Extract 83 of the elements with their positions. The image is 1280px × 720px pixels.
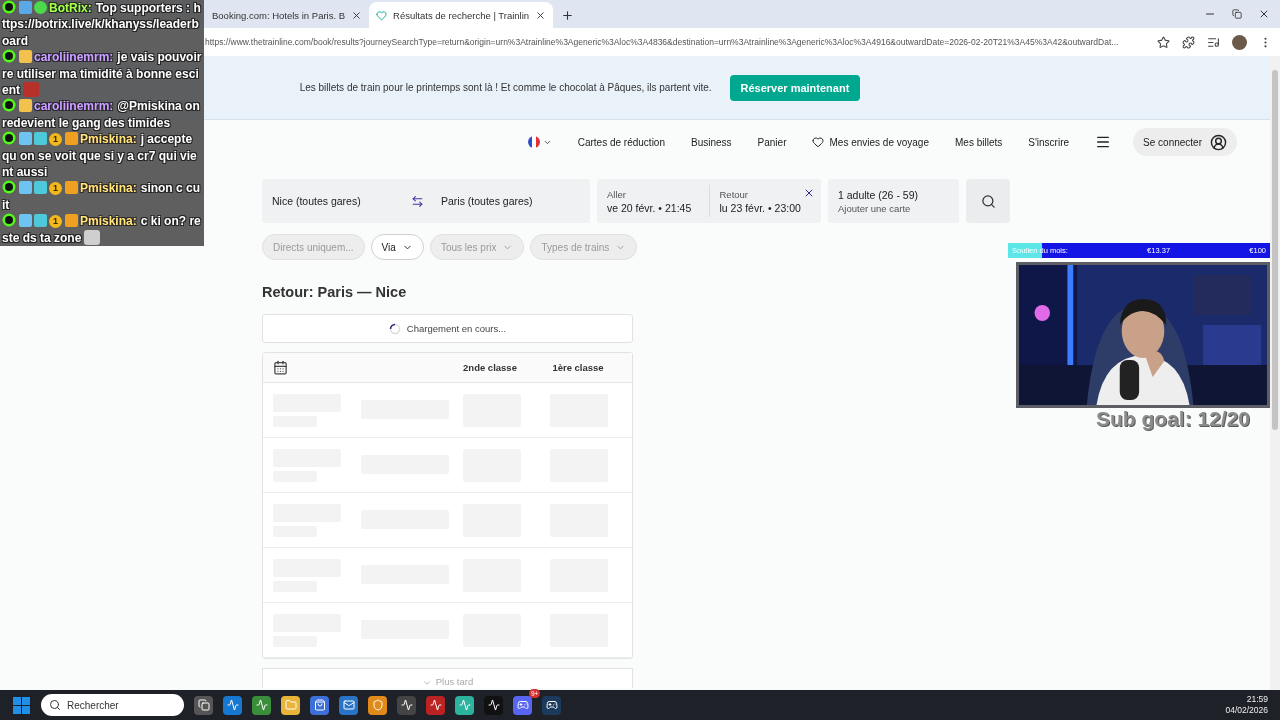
flag-icon[interactable] [526,135,541,149]
nav-link[interactable]: Mes billets [955,136,1003,148]
address-field[interactable]: https://www.thetrainline.com/book/results?journeySearchType=return&origin=urn%3Atrainline%3Ageneric%3Aloc%3A4836&destination=urn%3Atrainline%3Ageneric%3Aloc%3A4916&outwardDate=2026-02-20T21%3A45%3A42&outwardDat... [205,37,1145,47]
menu-icon[interactable] [1095,134,1112,150]
badge-icon [19,1,32,14]
kick-badge-icon [2,49,16,64]
loading-text: Chargement en cours... [406,323,507,334]
scrollbar[interactable] [1270,56,1280,690]
badge-icon [19,214,32,228]
restore-icon[interactable] [1232,9,1242,19]
app-icon[interactable] [455,695,474,715]
browser-tab[interactable]: Booking.com: Hotels in Paris. B [205,2,370,28]
origin-text: Nice (toutes gares) [272,195,362,207]
search-icon [49,699,61,711]
outbound-label: Aller [607,188,626,200]
playlist-icon[interactable] [1207,35,1220,49]
waveform-icon[interactable] [484,695,503,715]
folder-icon[interactable] [281,695,300,715]
kick-badge-icon [2,131,16,146]
login-button[interactable]: Se connecter [1133,128,1237,156]
browser-tab[interactable]: Résultats de recherche | Trainlin [369,2,554,28]
badge-icon [19,99,32,113]
chevron-icon [421,678,432,688]
nav-link[interactable]: Mes envies de voyage [812,136,929,148]
route-field[interactable]: Nice (toutes gares) Paris (toutes gares) [262,179,590,223]
search-icon [980,193,996,209]
column-header: 2nde classe [462,362,518,373]
outbound-date: ve 20 févr. • 21:45 [607,201,692,214]
banner-text: Les billets de train pour le printemps sont là ! Et comme le chocolat à Pâques, ils partent vite. [299,82,712,93]
kick-badge-icon [2,0,16,14]
taskbar-search-field[interactable]: Rechercher [41,694,184,716]
kick-badge-icon [2,180,16,195]
taskbar-clock[interactable]: 21:59 04/02/2026 [1225,694,1268,716]
dates-field[interactable]: Aller ve 20 févr. • 21:45 Retour lu 23 févr. • 23:00 [597,179,821,223]
calendar-icon[interactable] [273,360,288,375]
filter-chip[interactable]: Via [370,234,424,260]
heart-icon [812,136,825,148]
badge-icon [34,1,47,14]
task-view-icon[interactable] [194,695,213,715]
heart-icon [376,9,388,21]
close-icon[interactable] [1258,8,1270,20]
column-header: 1ère classe [551,362,605,373]
search-button[interactable] [966,179,1010,223]
avatar-icon[interactable] [1232,34,1247,50]
user-icon [1210,133,1227,151]
close-icon[interactable] [535,9,547,21]
return-date: lu 23 févr. • 23:00 [719,201,801,214]
star-icon[interactable] [1157,35,1170,49]
spinner-icon [388,322,401,335]
kick-badge-icon [2,98,16,113]
nav-link[interactable]: Cartes de réduction [577,136,665,148]
nav-link[interactable]: S'inscrire [1028,136,1070,148]
new-tab-icon[interactable] [561,9,575,22]
badge-icon [34,181,47,195]
badge-icon [19,181,32,195]
results-title: Retour: Paris — Nice [262,284,408,300]
kick-badge-icon [2,213,16,228]
nav-link[interactable]: Business [691,136,732,148]
badge-icon [34,132,47,146]
puzzle-icon[interactable] [1182,35,1195,49]
mail-icon[interactable] [339,695,358,715]
sub-badge: 1 [49,215,62,229]
swap-icon[interactable] [411,194,424,208]
search-placeholder: Rechercher [67,699,119,711]
store-icon[interactable] [310,695,329,715]
shield-icon[interactable] [368,695,387,715]
chat-message: 1 Pmiskina: c ki on? reste ds ta zone [0,213,204,247]
badge-icon [19,132,32,146]
passengers-text: 1 adulte (26 - 59) [838,188,918,201]
destination-text: Paris (toutes gares) [441,195,534,207]
sub-badge: 1 [49,133,62,147]
sub-badge: 1 [49,182,62,196]
chat-message: caroliinemrm: je vais pouvoir re utiliser ma timidité à bonne escient [0,49,204,99]
close-icon[interactable] [351,9,363,21]
nav-link[interactable]: Panier [757,136,787,148]
app-icon[interactable] [397,695,416,715]
badge-icon [34,214,47,228]
return-label: Retour [719,188,748,200]
passengers-field[interactable]: 1 adulte (26 - 59) Ajouter une carte [828,179,959,223]
sub-goal-text: Sub goal: 12/20 [1096,407,1251,431]
add-card-text: Ajouter une carte [838,202,911,214]
windows-logo-icon[interactable] [12,695,31,715]
badge-icon [19,50,32,64]
